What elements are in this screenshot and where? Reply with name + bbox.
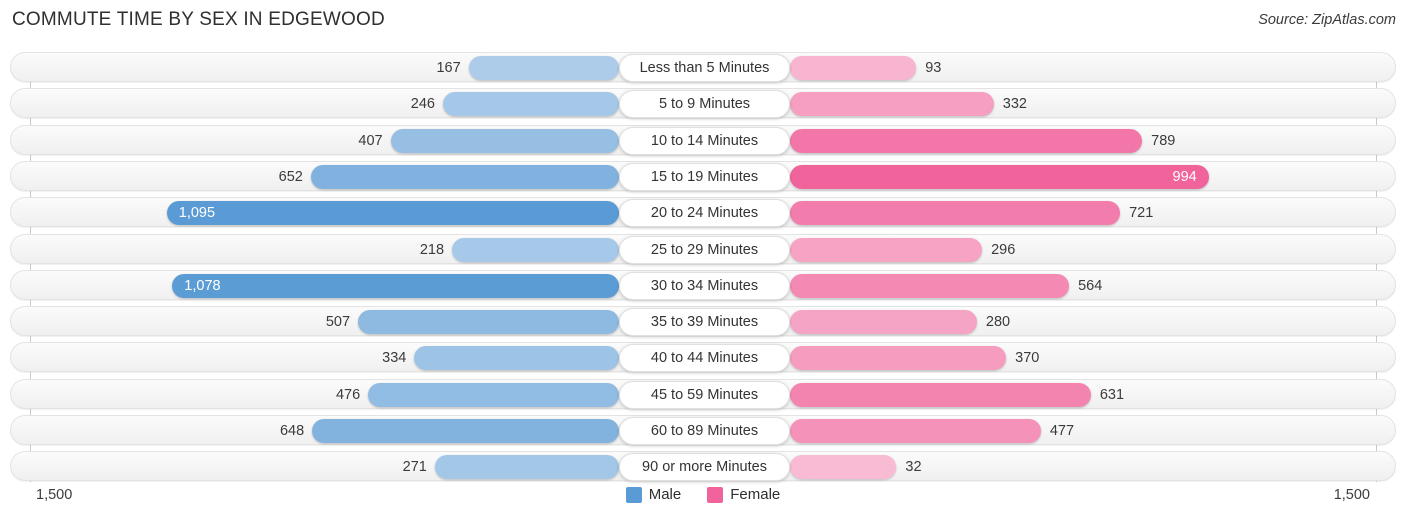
category-label-pill: 45 to 59 Minutes — [619, 380, 790, 409]
legend-swatch-male — [625, 486, 642, 503]
chart-legend: Male Female — [0, 486, 1406, 503]
chart-footer: 1,500 1,500 Male Female — [0, 479, 1406, 523]
bar-male[interactable] — [310, 164, 619, 189]
bar-female[interactable] — [790, 382, 1091, 407]
bar-value-male: 407 — [358, 132, 383, 149]
bar-female[interactable] — [790, 56, 917, 80]
table-row: 1,078 564 30 to 34 Minutes — [10, 269, 1396, 300]
chart-header: COMMUTE TIME BY SEX IN EDGEWOOD Source: … — [0, 0, 1406, 44]
bar-value-male: 246 — [410, 96, 435, 113]
table-row: 334 370 40 to 44 Minutes — [10, 342, 1396, 373]
table-row: 1,095 721 20 to 24 Minutes — [10, 197, 1396, 228]
table-row: 246 332 5 to 9 Minutes — [10, 88, 1396, 119]
bar-male[interactable] — [468, 56, 619, 80]
bar-value-female: 477 — [1049, 423, 1075, 439]
bar-value-female: 789 — [1151, 132, 1176, 149]
bar-value-male: 218 — [419, 241, 445, 258]
bar-value-male: 476 — [335, 386, 361, 403]
bar-female[interactable] — [790, 310, 977, 335]
bar-value-male: 334 — [382, 350, 407, 367]
bar-male[interactable] — [358, 310, 619, 335]
table-row: 218 296 25 to 29 Minutes — [10, 233, 1396, 264]
table-row: 507 280 35 to 39 Minutes — [10, 306, 1396, 337]
table-row: 407 789 10 to 14 Minutes — [10, 124, 1396, 155]
category-label: 15 to 19 Minutes — [650, 168, 759, 185]
bar-value-male: 507 — [325, 314, 351, 331]
bar-value-male: 271 — [402, 459, 427, 476]
table-row: 167 93 Less than 5 Minutes — [10, 52, 1396, 82]
source-attribution: Source: ZipAtlas.com — [1258, 12, 1396, 28]
bar-female[interactable] — [790, 237, 983, 262]
bar-value-female: 370 — [1015, 350, 1040, 367]
bar-male[interactable] — [414, 346, 619, 371]
chart-plot-area: 167 93 Less than 5 Minutes 246 332 5 to 9 Min… — [0, 44, 1406, 482]
bar-male[interactable] — [172, 273, 619, 298]
bar-male[interactable] — [166, 201, 619, 226]
bar-female[interactable] — [790, 346, 1007, 371]
category-label: 5 to 9 Minutes — [658, 96, 751, 113]
bar-male[interactable] — [368, 382, 619, 407]
category-label: 45 to 59 Minutes — [650, 386, 759, 403]
bar-value-male: 167 — [436, 60, 461, 76]
bar-female[interactable] — [790, 273, 1070, 298]
bar-value-female: 32 — [905, 459, 922, 476]
bar-male[interactable] — [434, 455, 619, 480]
category-label: 25 to 29 Minutes — [650, 241, 759, 258]
bar-value-male: 648 — [279, 423, 305, 439]
bar-value-female: 332 — [1002, 96, 1027, 113]
category-label: 20 to 24 Minutes — [650, 205, 759, 222]
category-label-pill: 90 or more Minutes — [619, 453, 790, 482]
bar-female[interactable] — [790, 164, 1209, 189]
table-row: 476 631 45 to 59 Minutes — [10, 378, 1396, 409]
table-row: 652 994 15 to 19 Minutes — [10, 160, 1396, 191]
bar-female[interactable] — [790, 128, 1143, 153]
legend-swatch-female — [707, 486, 724, 503]
category-label: 35 to 39 Minutes — [650, 314, 759, 331]
bar-male[interactable] — [452, 237, 619, 262]
bar-value-male: 1,095 — [178, 205, 216, 222]
bar-male[interactable] — [390, 128, 619, 153]
category-label: Less than 5 Minutes — [639, 60, 770, 76]
category-label-pill: 35 to 39 Minutes — [619, 308, 790, 337]
category-label-pill: 10 to 14 Minutes — [619, 126, 790, 155]
category-label-pill: 25 to 29 Minutes — [619, 235, 790, 264]
category-label: 10 to 14 Minutes — [650, 132, 759, 149]
bar-value-female: 721 — [1129, 205, 1154, 222]
bar-value-female: 631 — [1099, 386, 1125, 403]
bar-male[interactable] — [442, 92, 619, 117]
bar-female[interactable] — [790, 455, 897, 480]
category-label-pill: 20 to 24 Minutes — [619, 199, 790, 228]
category-label-pill: 40 to 44 Minutes — [619, 344, 790, 373]
category-label-pill: 15 to 19 Minutes — [619, 162, 790, 191]
table-row: 648 477 60 to 89 Minutes — [10, 415, 1396, 445]
legend-label: Female — [730, 486, 781, 503]
category-label: 30 to 34 Minutes — [650, 277, 759, 294]
bar-value-female: 564 — [1078, 277, 1103, 294]
bar-value-male: 652 — [278, 168, 303, 185]
legend-item-female[interactable]: Female — [707, 486, 780, 503]
table-row: 271 32 90 or more Minutes — [10, 451, 1396, 482]
bar-male[interactable] — [312, 419, 619, 443]
bar-female[interactable] — [790, 92, 994, 117]
bar-value-female: 93 — [925, 60, 942, 76]
category-label-pill: Less than 5 Minutes — [619, 54, 790, 82]
page-title: COMMUTE TIME BY SEX IN EDGEWOOD — [12, 9, 385, 30]
category-label: 90 or more Minutes — [642, 459, 767, 476]
category-label: 60 to 89 Minutes — [650, 423, 759, 439]
bar-value-female: 994 — [1172, 168, 1197, 185]
bar-value-female: 280 — [985, 314, 1011, 331]
legend-item-male[interactable]: Male — [625, 486, 682, 503]
bar-female[interactable] — [790, 419, 1041, 443]
bar-value-female: 296 — [991, 241, 1016, 258]
bar-female[interactable] — [790, 201, 1121, 226]
category-label-pill: 5 to 9 Minutes — [619, 90, 790, 119]
category-label-pill: 60 to 89 Minutes — [619, 417, 790, 445]
bar-value-male: 1,078 — [184, 277, 221, 294]
legend-label: Male — [648, 486, 682, 503]
category-label-pill: 30 to 34 Minutes — [619, 271, 790, 300]
category-label: 40 to 44 Minutes — [650, 350, 759, 367]
